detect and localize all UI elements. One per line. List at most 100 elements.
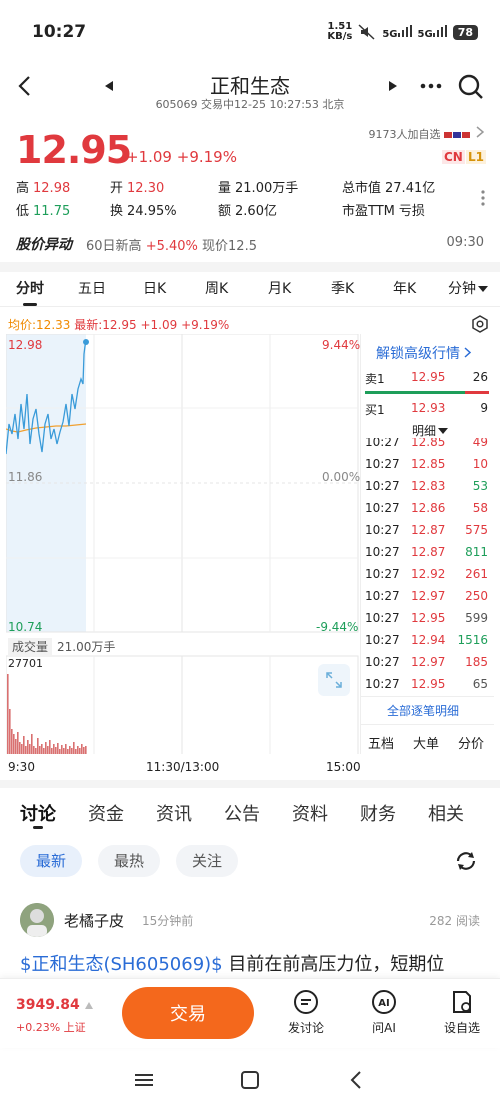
mute-icon xyxy=(358,24,375,40)
page-subtitle: 605069 交易中12-25 10:27:53 北京 xyxy=(155,98,345,111)
tab-discussion[interactable]: 讨论 xyxy=(20,800,56,826)
next-stock-icon[interactable] xyxy=(386,78,400,94)
tab-minute[interactable]: 分钟 xyxy=(448,278,488,298)
add-watchlist-button[interactable]: 设自选 xyxy=(432,989,492,1036)
detail-label: 明细 xyxy=(412,424,437,438)
stat-value: 12.30 xyxy=(127,181,165,196)
filter-following[interactable]: 关注 xyxy=(176,845,239,877)
detail-toggle[interactable]: 明细 xyxy=(412,422,449,439)
tick-time: 10:27 xyxy=(365,589,400,603)
tick-time: 10:27 xyxy=(365,438,400,449)
tick-price: 12.95 xyxy=(411,611,446,625)
tab-price-dist[interactable]: 分价 xyxy=(458,733,484,752)
expand-stats-icon[interactable] xyxy=(478,186,488,210)
tab-news[interactable]: 资讯 xyxy=(156,800,192,826)
tab-five-levels[interactable]: 五档 xyxy=(368,733,394,752)
stat-value: 亏损 xyxy=(398,204,425,219)
latest-change-label: +1.09 xyxy=(140,318,178,332)
tick-price: 12.92 xyxy=(411,567,446,581)
bottom-action-bar: 3949.84 +0.23% 上证 交易 发讨论 AI 问AI 设自选 xyxy=(0,978,500,1048)
tab-minute-label: 分钟 xyxy=(448,281,476,297)
more-icon[interactable] xyxy=(416,74,446,98)
tab-large-orders[interactable]: 大单 xyxy=(413,733,439,752)
tab-quarterly-k[interactable]: 季K xyxy=(331,278,354,298)
home-icon[interactable] xyxy=(238,1068,262,1092)
tab-profile[interactable]: 资料 xyxy=(292,800,328,826)
tab-intraday[interactable]: 分时 xyxy=(16,278,44,306)
post-stock-link[interactable]: $正和生态(SH605069)$ xyxy=(20,954,223,975)
signal-1: 5G xyxy=(382,24,412,40)
unlock-text: 解锁高级行情 xyxy=(376,346,460,362)
tab-5day[interactable]: 五日 xyxy=(78,278,106,298)
post-discussion-button[interactable]: 发讨论 xyxy=(276,989,336,1036)
tab-yearly-k[interactable]: 年K xyxy=(393,278,416,298)
time-end: 15:00 xyxy=(326,760,361,774)
tick-price: 12.94 xyxy=(411,633,446,647)
tick-time: 10:27 xyxy=(365,479,400,493)
level-tag-l1: L1 xyxy=(466,150,486,164)
tick-row: 10:27 12.87 811 xyxy=(365,542,492,564)
sig1-label: 5G xyxy=(382,28,398,40)
bid-volume: 9 xyxy=(480,401,488,415)
nav-back-icon[interactable] xyxy=(344,1068,368,1092)
alert-highlight: +5.40% xyxy=(145,239,198,254)
change-percent: +9.19% xyxy=(176,148,237,166)
system-nav-bar xyxy=(0,1050,500,1111)
stat-label: 总市值 xyxy=(342,181,382,196)
stat-turnover: 换 24.95% xyxy=(110,200,177,219)
tab-indicator xyxy=(33,826,43,829)
time-start: 9:30 xyxy=(8,760,35,774)
tick-volume: 811 xyxy=(465,545,488,559)
tick-volume: 599 xyxy=(465,611,488,625)
stat-value: 24.95% xyxy=(127,204,177,219)
stat-label: 换 xyxy=(110,204,124,219)
add-watchlist-icon xyxy=(449,989,475,1015)
tab-weekly-k[interactable]: 周K xyxy=(205,278,228,298)
all-ticks-link[interactable]: 全部逐笔明细 xyxy=(387,702,459,719)
post-username[interactable]: 老橘子皮 xyxy=(64,910,124,931)
tab-financials[interactable]: 财务 xyxy=(360,800,396,826)
tick-price: 12.83 xyxy=(411,479,446,493)
stat-volume: 量 21.00万手 xyxy=(218,177,298,196)
battery-icon: 78 xyxy=(452,24,478,40)
chevron-right-icon[interactable] xyxy=(474,124,486,140)
stat-label: 开 xyxy=(110,181,124,196)
tab-daily-k[interactable]: 日K xyxy=(143,278,166,298)
stat-label: 高 xyxy=(16,181,30,196)
tick-row: 10:27 12.83 53 xyxy=(365,476,492,498)
filter-hottest[interactable]: 最热 xyxy=(98,845,161,877)
post-discussion-label: 发讨论 xyxy=(287,1021,324,1035)
market-tag-cn: CN xyxy=(442,150,465,164)
tick-price: 12.97 xyxy=(411,589,446,603)
tick-list[interactable]: 10:27 12.85 49 10:27 12.85 10 10:27 12.83 53 10:2… xyxy=(0,438,500,696)
filter-latest[interactable]: 最新 xyxy=(20,845,83,877)
stat-value: 12.98 xyxy=(33,181,71,196)
ask-label: 卖1 xyxy=(365,372,385,386)
alert-label: 股价异动 xyxy=(16,237,72,253)
followers-count[interactable]: 9173人加自选 xyxy=(369,126,473,142)
avatar[interactable] xyxy=(20,903,54,937)
tab-related[interactable]: 相关 xyxy=(428,800,464,826)
time-mid: 11:30/13:00 xyxy=(146,760,220,774)
ask-ai-button[interactable]: AI 问AI xyxy=(354,989,414,1036)
tab-monthly-k[interactable]: 月K xyxy=(268,278,291,298)
trade-button[interactable]: 交易 xyxy=(122,987,254,1039)
stat-value: 11.75 xyxy=(33,204,71,219)
ob-divider xyxy=(360,696,494,697)
chat-bubble-icon xyxy=(293,989,319,1015)
tick-row: 10:27 12.97 185 xyxy=(365,652,492,674)
ask-volume: 26 xyxy=(472,370,488,384)
tab-funds[interactable]: 资金 xyxy=(88,800,124,826)
tab-announcements[interactable]: 公告 xyxy=(224,800,260,826)
tick-volume: 58 xyxy=(472,501,488,515)
refresh-icon[interactable] xyxy=(452,847,480,875)
recent-apps-icon[interactable] xyxy=(132,1068,156,1092)
index-value[interactable]: 3949.84 xyxy=(16,997,93,1013)
unlock-advanced-link[interactable]: 解锁高级行情 xyxy=(376,343,472,363)
stat-value: 2.60亿 xyxy=(235,204,277,219)
search-icon[interactable] xyxy=(456,72,486,102)
stat-label: 低 xyxy=(16,204,30,219)
tick-price: 12.86 xyxy=(411,501,446,515)
chart-settings-icon[interactable] xyxy=(470,314,490,334)
post-body[interactable]: $正和生态(SH605069)$ 目前在前高压力位，短期位 xyxy=(20,950,490,976)
